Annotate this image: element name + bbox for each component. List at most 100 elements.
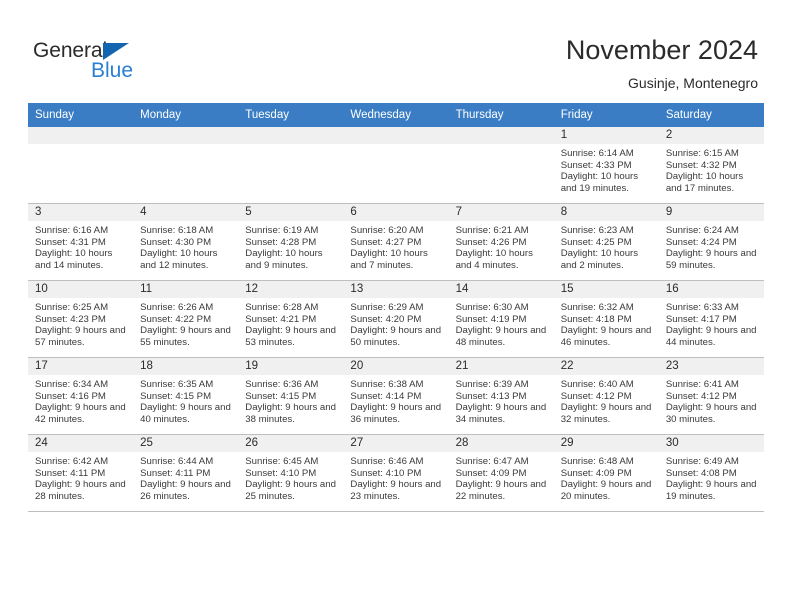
sunrise-text: Sunrise: 6:44 AM	[140, 456, 214, 467]
day-cell-details: Sunrise: 6:28 AM Sunset: 4:21 PM Daylight:…	[238, 298, 343, 349]
sunrise-text: Sunrise: 6:33 AM	[665, 302, 739, 313]
calendar-day-cell[interactable]: 9 Sunrise: 6:24 AM Sunset: 4:24 PM Daylight…	[658, 203, 764, 281]
sunset-text: Sunset: 4:20 PM	[350, 313, 422, 325]
day-number	[28, 127, 134, 144]
day-cell-details: Sunrise: 6:41 AM Sunset: 4:12 PM Daylight:…	[659, 375, 764, 426]
sunset-text: Sunset: 4:17 PM	[665, 313, 737, 325]
calendar-day-cell[interactable]: 11 Sunrise: 6:26 AM Sunset: 4:22 PM Dayligh…	[133, 280, 239, 358]
calendar-week-row: 17 Sunrise: 6:34 AM Sunset: 4:16 PM Dayligh…	[28, 357, 764, 435]
calendar-day-cell[interactable]: 8 Sunrise: 6:23 AM Sunset: 4:25 PM Daylight…	[553, 203, 659, 281]
sunrise-text: Sunrise: 6:42 AM	[35, 456, 109, 467]
calendar-day-cell[interactable]: 18 Sunrise: 6:35 AM Sunset: 4:15 PM Dayligh…	[133, 357, 239, 435]
sunrise-text: Sunrise: 6:49 AM	[665, 456, 739, 467]
calendar-day-cell[interactable]: 20 Sunrise: 6:38 AM Sunset: 4:14 PM Dayligh…	[343, 357, 449, 435]
day-cell-inner: 7 Sunrise: 6:21 AM Sunset: 4:26 PM Daylight…	[448, 204, 554, 280]
sunset-text: Sunset: 4:13 PM	[455, 390, 527, 402]
sunrise-text: Sunrise: 6:34 AM	[35, 379, 109, 390]
sunrise-text: Sunrise: 6:39 AM	[455, 379, 529, 390]
day-cell-details: Sunrise: 6:23 AM Sunset: 4:25 PM Daylight:…	[554, 221, 659, 272]
calendar-day-cell[interactable]: 16 Sunrise: 6:33 AM Sunset: 4:17 PM Dayligh…	[658, 280, 764, 358]
day-number: 29	[553, 435, 659, 452]
day-number: 14	[448, 281, 554, 298]
calendar-day-cell[interactable]: 30 Sunrise: 6:49 AM Sunset: 4:08 PM Dayligh…	[658, 434, 764, 512]
day-cell-inner	[28, 127, 134, 203]
day-number: 19	[238, 358, 344, 375]
daylight-text: Daylight: 9 hours and 30 minutes.	[665, 402, 757, 426]
day-cell-details: Sunrise: 6:34 AM Sunset: 4:16 PM Daylight:…	[28, 375, 133, 426]
calendar-day-cell[interactable]: 24 Sunrise: 6:42 AM Sunset: 4:11 PM Dayligh…	[28, 434, 134, 512]
sunrise-text: Sunrise: 6:29 AM	[350, 302, 424, 313]
calendar-day-cell[interactable]: 3 Sunrise: 6:16 AM Sunset: 4:31 PM Daylight…	[28, 203, 134, 281]
sunrise-text: Sunrise: 6:45 AM	[245, 456, 319, 467]
calendar-day-cell[interactable]: 14 Sunrise: 6:30 AM Sunset: 4:19 PM Dayligh…	[448, 280, 554, 358]
day-cell-details: Sunrise: 6:39 AM Sunset: 4:13 PM Daylight:…	[449, 375, 554, 426]
calendar-day-cell[interactable]: 6 Sunrise: 6:20 AM Sunset: 4:27 PM Daylight…	[343, 203, 449, 281]
sunset-text: Sunset: 4:25 PM	[560, 236, 632, 248]
sunrise-sunset-calendar: Sunday Monday Tuesday Wednesday Thursday…	[28, 103, 764, 512]
calendar-day-cell[interactable]: 4 Sunrise: 6:18 AM Sunset: 4:30 PM Daylight…	[133, 203, 239, 281]
daylight-text: Daylight: 9 hours and 28 minutes.	[35, 479, 126, 503]
calendar-day-cell[interactable]: 19 Sunrise: 6:36 AM Sunset: 4:15 PM Dayligh…	[238, 357, 344, 435]
calendar-day-cell[interactable]: 13 Sunrise: 6:29 AM Sunset: 4:20 PM Dayligh…	[343, 280, 449, 358]
day-cell-details: Sunrise: 6:24 AM Sunset: 4:24 PM Daylight:…	[659, 221, 764, 272]
calendar-day-cell[interactable]: 1 Sunrise: 6:14 AM Sunset: 4:33 PM Daylight…	[553, 127, 659, 204]
sunrise-text: Sunrise: 6:15 AM	[665, 148, 739, 159]
sunset-text: Sunset: 4:21 PM	[245, 313, 317, 325]
calendar-day-cell[interactable]: 23 Sunrise: 6:41 AM Sunset: 4:12 PM Dayligh…	[658, 357, 764, 435]
day-number: 17	[28, 358, 134, 375]
daylight-text: Daylight: 9 hours and 53 minutes.	[245, 325, 336, 349]
sunset-text: Sunset: 4:12 PM	[665, 390, 737, 402]
calendar-day-cell[interactable]: 28 Sunrise: 6:47 AM Sunset: 4:09 PM Dayligh…	[448, 434, 554, 512]
day-cell-details: Sunrise: 6:46 AM Sunset: 4:10 PM Daylight:…	[343, 452, 448, 503]
day-cell-details: Sunrise: 6:14 AM Sunset: 4:33 PM Daylight:…	[554, 144, 659, 195]
day-number: 20	[343, 358, 449, 375]
weekday-header-monday: Monday	[133, 103, 239, 127]
day-cell-details: Sunrise: 6:29 AM Sunset: 4:20 PM Daylight:…	[343, 298, 448, 349]
calendar-day-cell[interactable]: 21 Sunrise: 6:39 AM Sunset: 4:13 PM Dayligh…	[448, 357, 554, 435]
calendar-day-cell[interactable]: 29 Sunrise: 6:48 AM Sunset: 4:09 PM Dayligh…	[553, 434, 659, 512]
day-number: 2	[658, 127, 764, 144]
calendar-day-cell[interactable]: 12 Sunrise: 6:28 AM Sunset: 4:21 PM Dayligh…	[238, 280, 344, 358]
day-cell-details: Sunrise: 6:48 AM Sunset: 4:09 PM Daylight:…	[554, 452, 659, 503]
day-cell-details: Sunrise: 6:19 AM Sunset: 4:28 PM Daylight:…	[238, 221, 343, 272]
day-cell-inner: 14 Sunrise: 6:30 AM Sunset: 4:19 PM Dayligh…	[448, 281, 554, 357]
sunset-text: Sunset: 4:15 PM	[245, 390, 317, 402]
sunrise-text: Sunrise: 6:28 AM	[245, 302, 319, 313]
calendar-day-cell[interactable]: 26 Sunrise: 6:45 AM Sunset: 4:10 PM Dayligh…	[238, 434, 344, 512]
day-cell-inner: 13 Sunrise: 6:29 AM Sunset: 4:20 PM Dayligh…	[343, 281, 449, 357]
day-number: 24	[28, 435, 134, 452]
general-blue-logo[interactable]: General Blue	[33, 40, 233, 88]
sunset-text: Sunset: 4:18 PM	[560, 313, 632, 325]
calendar-day-cell[interactable]: 7 Sunrise: 6:21 AM Sunset: 4:26 PM Daylight…	[448, 203, 554, 281]
calendar-day-cell[interactable]: 2 Sunrise: 6:15 AM Sunset: 4:32 PM Daylight…	[658, 127, 764, 204]
calendar-day-cell[interactable]: 17 Sunrise: 6:34 AM Sunset: 4:16 PM Dayligh…	[28, 357, 134, 435]
day-cell-details: Sunrise: 6:38 AM Sunset: 4:14 PM Daylight:…	[343, 375, 448, 426]
sunset-text: Sunset: 4:08 PM	[665, 467, 737, 479]
calendar-day-cell[interactable]: 27 Sunrise: 6:46 AM Sunset: 4:10 PM Dayligh…	[343, 434, 449, 512]
day-cell-inner	[343, 127, 449, 203]
calendar-page: General Blue November 2024 Gusinje, Mont…	[0, 0, 792, 612]
day-cell-details: Sunrise: 6:16 AM Sunset: 4:31 PM Daylight:…	[28, 221, 133, 272]
daylight-text: Daylight: 9 hours and 32 minutes.	[560, 402, 652, 426]
day-cell-inner: 9 Sunrise: 6:24 AM Sunset: 4:24 PM Daylight…	[658, 204, 764, 280]
calendar-day-cell[interactable]: 15 Sunrise: 6:32 AM Sunset: 4:18 PM Dayligh…	[553, 280, 659, 358]
calendar-day-cell[interactable]: 5 Sunrise: 6:19 AM Sunset: 4:28 PM Daylight…	[238, 203, 344, 281]
day-number	[238, 127, 344, 144]
day-cell-inner: 2 Sunrise: 6:15 AM Sunset: 4:32 PM Daylight…	[658, 127, 764, 203]
sunset-text: Sunset: 4:16 PM	[35, 390, 106, 402]
daylight-text: Daylight: 10 hours and 17 minutes.	[665, 171, 744, 195]
daylight-text: Daylight: 9 hours and 59 minutes.	[665, 248, 757, 272]
calendar-day-cell[interactable]: 22 Sunrise: 6:40 AM Sunset: 4:12 PM Dayligh…	[553, 357, 659, 435]
day-cell-details: Sunrise: 6:44 AM Sunset: 4:11 PM Daylight:…	[133, 452, 238, 503]
sunset-text: Sunset: 4:10 PM	[350, 467, 422, 479]
logo-triangle-icon	[103, 43, 129, 60]
calendar-day-cell[interactable]: 10 Sunrise: 6:25 AM Sunset: 4:23 PM Dayligh…	[28, 280, 134, 358]
day-number: 10	[28, 281, 134, 298]
calendar-day-cell-empty	[28, 127, 134, 204]
calendar-day-cell[interactable]: 25 Sunrise: 6:44 AM Sunset: 4:11 PM Dayligh…	[133, 434, 239, 512]
sunset-text: Sunset: 4:26 PM	[455, 236, 527, 248]
sunrise-text: Sunrise: 6:19 AM	[245, 225, 319, 236]
day-number	[343, 127, 449, 144]
sunrise-text: Sunrise: 6:25 AM	[35, 302, 109, 313]
sunrise-text: Sunrise: 6:21 AM	[455, 225, 529, 236]
